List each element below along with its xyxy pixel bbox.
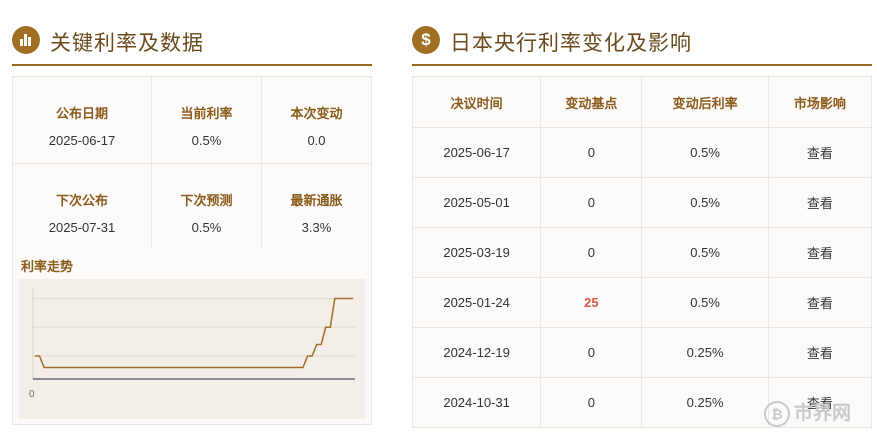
cell-date: 2024-12-19 bbox=[411, 327, 542, 378]
stats-row-2: 下次公布 2025-07-31 下次预测 0.5% 最新通胀 3.3% bbox=[13, 164, 371, 251]
stat-value: 0.5% bbox=[191, 133, 222, 148]
rate-decision-table: 决议时间 变动基点 变动后利率 市场影响 2025-06-17 0 0.5% 查… bbox=[411, 76, 873, 428]
cell-date: 2025-01-24 bbox=[411, 277, 542, 328]
cell-bp: 0 bbox=[540, 377, 643, 428]
cell-rate: 0.5% bbox=[641, 277, 769, 328]
cell-rate: 0.5% bbox=[641, 127, 769, 178]
table-row: 2025-06-17 0 0.5% 查看 bbox=[411, 127, 873, 178]
col-decision-date: 决议时间 bbox=[411, 76, 542, 128]
rate-trend-chart: 0 bbox=[19, 279, 365, 419]
view-impact-link[interactable]: 查看 bbox=[767, 227, 873, 278]
stat-next-publish: 下次公布 2025-07-31 bbox=[13, 164, 152, 250]
view-impact-link[interactable]: 查看 bbox=[767, 177, 873, 228]
cell-date: 2024-10-31 bbox=[411, 377, 542, 428]
stat-next-forecast: 下次预测 0.5% bbox=[152, 164, 262, 250]
cell-rate: 0.25% bbox=[641, 377, 769, 428]
boj-rate-panel: $ 日本央行利率变化及影响 决议时间 变动基点 变动后利率 市场影响 2025-… bbox=[411, 0, 873, 428]
cell-bp: 0 bbox=[540, 177, 643, 228]
cell-date: 2025-03-19 bbox=[411, 227, 542, 278]
bar-chart-icon bbox=[12, 26, 40, 54]
stat-label: 下次公布 bbox=[55, 193, 108, 208]
key-stats-grid: 公布日期 2025-06-17 当前利率 0.5% 本次变动 0.0 下次公布 … bbox=[12, 76, 372, 252]
table-row: 2024-12-19 0 0.25% 查看 bbox=[411, 327, 873, 378]
cell-rate: 0.5% bbox=[641, 177, 769, 228]
stat-publish-date: 公布日期 2025-06-17 bbox=[13, 77, 152, 163]
table-row: 2025-01-24 25 0.5% 查看 bbox=[411, 277, 873, 328]
stat-label: 本次变动 bbox=[290, 106, 343, 121]
y-tick-label: 0 bbox=[29, 389, 35, 400]
col-market-impact: 市场影响 bbox=[767, 76, 873, 128]
table-header-row: 决议时间 变动基点 变动后利率 市场影响 bbox=[411, 76, 873, 128]
cell-bp: 0 bbox=[540, 227, 643, 278]
stat-current-rate: 当前利率 0.5% bbox=[152, 77, 262, 163]
series-line bbox=[35, 297, 353, 369]
stat-value: 2025-07-31 bbox=[48, 220, 116, 235]
key-rates-panel: 关键利率及数据 公布日期 2025-06-17 当前利率 0.5% 本次变动 0… bbox=[12, 0, 372, 425]
watermark-logo-icon: ₿ bbox=[764, 400, 790, 427]
stat-inflation: 最新通胀 3.3% bbox=[262, 164, 371, 250]
view-impact-link[interactable]: 查看 bbox=[767, 127, 873, 178]
cell-bp: 0 bbox=[540, 327, 643, 378]
rate-trend-title: 利率走势 bbox=[21, 259, 74, 274]
boj-rate-header: $ 日本央行利率变化及影响 bbox=[412, 0, 872, 66]
table-row: 2025-03-19 0 0.5% 查看 bbox=[411, 227, 873, 278]
watermark-text: 市界网 bbox=[794, 403, 852, 424]
table-row: 2025-05-01 0 0.5% 查看 bbox=[411, 177, 873, 228]
stat-value: 0.0 bbox=[307, 133, 326, 148]
boj-rate-title: 日本央行利率变化及影响 bbox=[450, 32, 692, 55]
cell-rate: 0.25% bbox=[641, 327, 769, 378]
dollar-icon: $ bbox=[412, 26, 440, 54]
stat-value: 0.5% bbox=[191, 220, 222, 235]
col-basis-points: 变动基点 bbox=[540, 76, 643, 128]
stat-label: 下次预测 bbox=[180, 193, 233, 208]
col-new-rate: 变动后利率 bbox=[641, 76, 769, 128]
stat-value: 3.3% bbox=[301, 220, 332, 235]
rate-trend-card: 利率走势 0 bbox=[12, 249, 372, 425]
stat-label: 当前利率 bbox=[180, 106, 233, 121]
cell-bp: 0 bbox=[540, 127, 643, 178]
stats-row-1: 公布日期 2025-06-17 当前利率 0.5% 本次变动 0.0 bbox=[13, 77, 371, 164]
stat-label: 最新通胀 bbox=[290, 193, 343, 208]
rate-trend-svg: 0 bbox=[29, 287, 355, 400]
cell-date: 2025-06-17 bbox=[411, 127, 542, 178]
watermark: ₿ 市界网 bbox=[764, 398, 851, 427]
stat-label: 公布日期 bbox=[55, 106, 108, 121]
cell-date: 2025-05-01 bbox=[411, 177, 542, 228]
view-impact-link[interactable]: 查看 bbox=[767, 277, 873, 328]
cell-bp-highlight: 25 bbox=[540, 277, 643, 328]
stat-change: 本次变动 0.0 bbox=[262, 77, 371, 163]
key-rates-title: 关键利率及数据 bbox=[50, 32, 204, 55]
stat-value: 2025-06-17 bbox=[48, 133, 116, 148]
key-rates-header: 关键利率及数据 bbox=[12, 0, 372, 66]
view-impact-link[interactable]: 查看 bbox=[767, 327, 873, 378]
cell-rate: 0.5% bbox=[641, 227, 769, 278]
